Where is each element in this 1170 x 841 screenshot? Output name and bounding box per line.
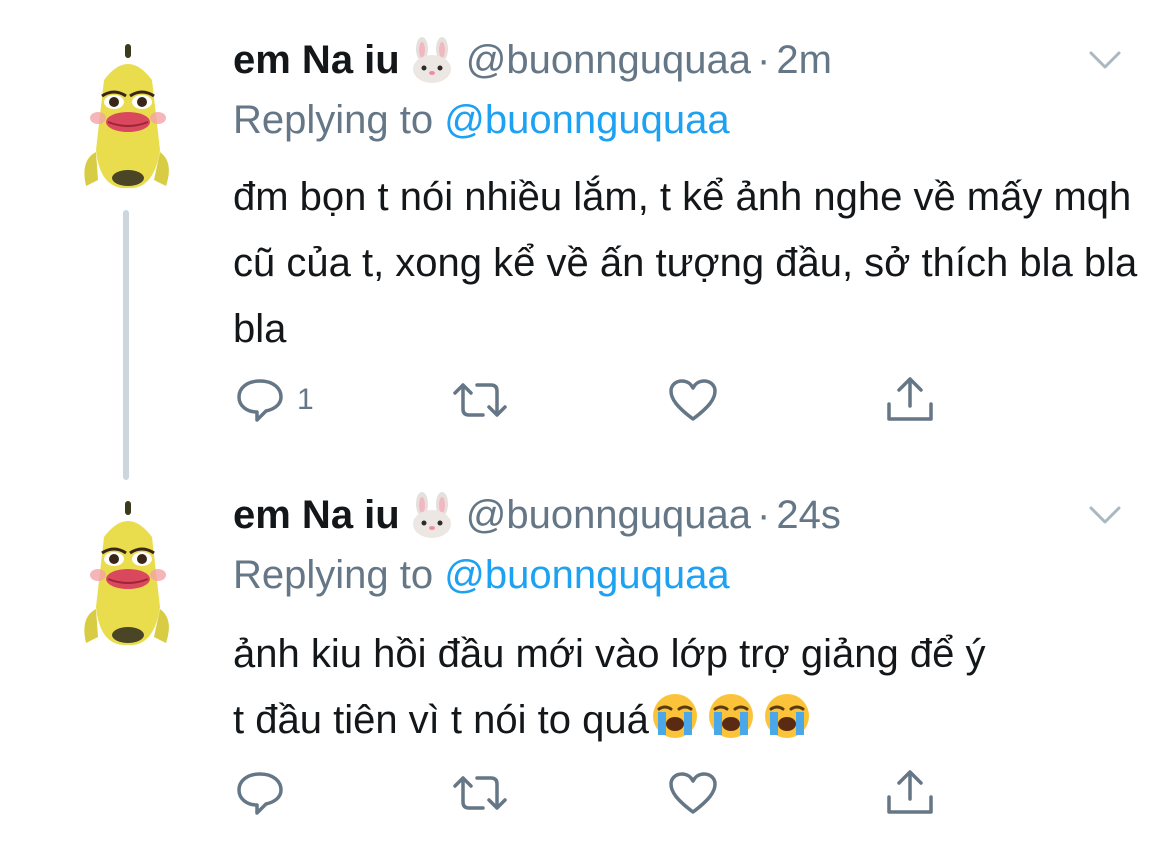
heart-icon	[669, 772, 717, 814]
replying-to-label: Replying to	[233, 98, 434, 142]
share-icon	[887, 770, 933, 814]
share-icon	[887, 377, 933, 421]
handle[interactable]: @buonnguquaa	[466, 38, 751, 83]
separator: ·	[757, 37, 771, 82]
timestamp[interactable]: 2m	[776, 38, 832, 83]
loudly-crying-face-icon	[705, 691, 757, 761]
tweet-text-line-2: t đầu tiên vì t nói to quá	[233, 687, 1143, 761]
replying-to-mention[interactable]: @buonnguquaa	[444, 553, 729, 597]
like-button[interactable]	[667, 375, 719, 425]
retweet-button[interactable]	[451, 768, 509, 818]
speech-bubble-icon	[237, 379, 283, 422]
heart-icon	[669, 379, 717, 421]
tweet-actions	[233, 768, 953, 818]
tweet-text: ảnh kiu hồi đầu mới vào lớp trợ giảng để…	[233, 621, 1143, 761]
rabbit-face-icon	[408, 492, 456, 538]
replying-to: Replying to @buonnguquaa	[233, 553, 730, 599]
reply-count: 1	[297, 383, 314, 416]
loudly-crying-face-icon	[761, 691, 813, 761]
reply-button[interactable]	[233, 768, 287, 818]
display-name[interactable]: em Na iu	[233, 493, 400, 538]
chevron-down-icon[interactable]	[1085, 500, 1125, 530]
tweet-actions: 1	[233, 375, 953, 425]
chevron-down-icon[interactable]	[1085, 45, 1125, 75]
like-button[interactable]	[667, 768, 719, 818]
reply-button[interactable]: 1	[233, 375, 314, 425]
display-name[interactable]: em Na iu	[233, 38, 400, 83]
share-button[interactable]	[885, 375, 935, 425]
share-button[interactable]	[885, 768, 935, 818]
handle[interactable]: @buonnguquaa	[466, 493, 751, 538]
thread-connector-line	[123, 210, 129, 480]
separator: ·	[757, 492, 771, 537]
loudly-crying-face-icon	[649, 691, 701, 761]
speech-bubble-icon	[237, 772, 283, 815]
replying-to-label: Replying to	[233, 553, 434, 597]
tweet-header: em Na iu @buonnguquaa · 2m	[233, 36, 832, 84]
tweet-header: em Na iu @buonnguquaa · 24s	[233, 491, 841, 539]
avatar[interactable]	[74, 497, 180, 647]
tweet-text-line-2-words: t đầu tiên vì t nói to quá	[233, 698, 649, 742]
replying-to-mention[interactable]: @buonnguquaa	[444, 98, 729, 142]
retweet-button[interactable]	[451, 375, 509, 425]
tweet-text: đm bọn t nói nhiều lắm, t kể ảnh nghe về…	[233, 175, 1138, 351]
retweet-icon	[453, 383, 507, 417]
rabbit-face-icon	[408, 37, 456, 83]
tweet-text-line-1: ảnh kiu hồi đầu mới vào lớp trợ giảng để…	[233, 632, 986, 676]
retweet-icon	[453, 776, 507, 810]
avatar[interactable]	[74, 40, 180, 190]
timestamp[interactable]: 24s	[776, 493, 841, 538]
replying-to: Replying to @buonnguquaa	[233, 98, 730, 144]
